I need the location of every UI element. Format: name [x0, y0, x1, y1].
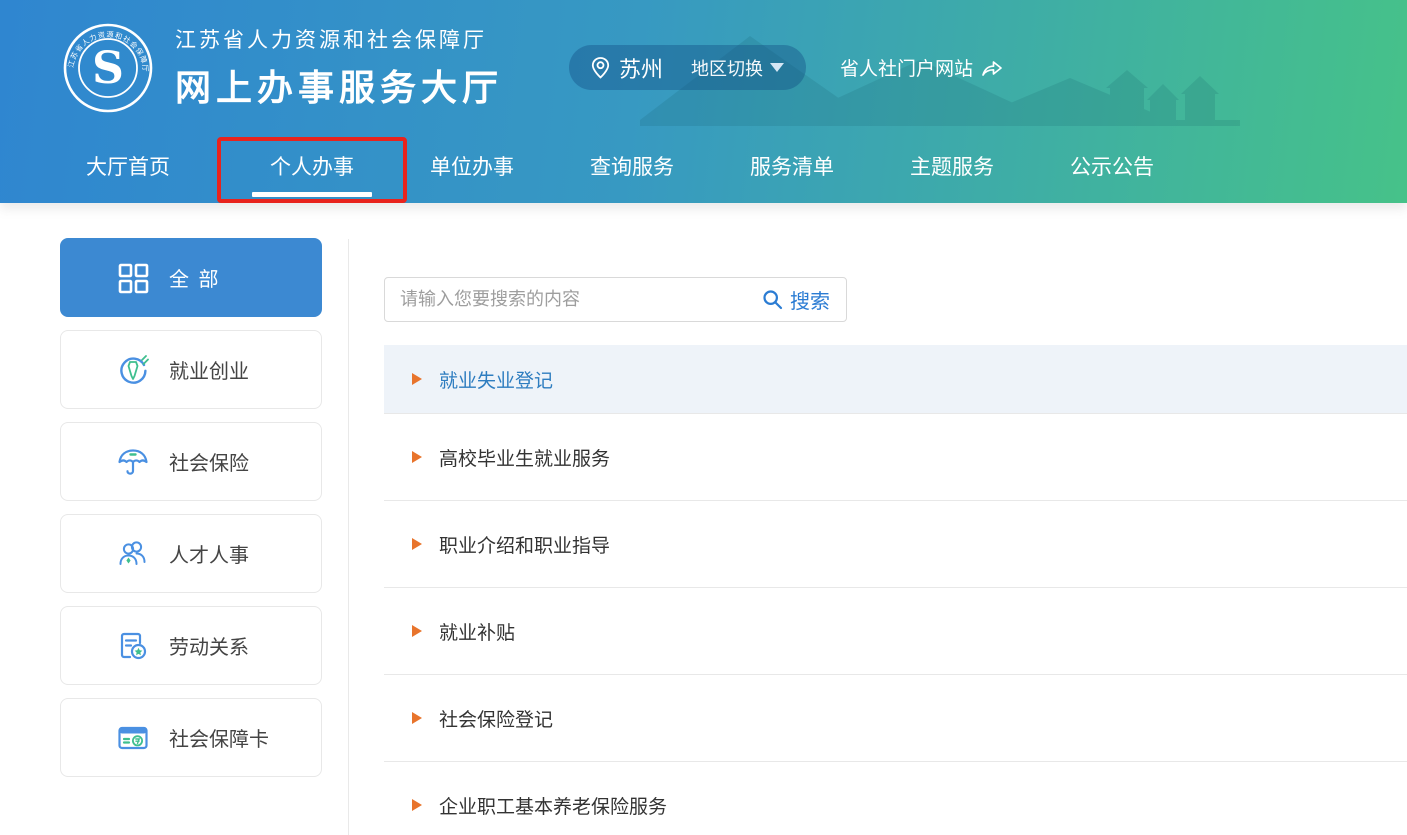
nav-item-home[interactable]: 大厅首页 [48, 135, 208, 201]
umbrella-icon [117, 446, 149, 478]
service-label: 企业职工基本养老保险服务 [439, 792, 667, 819]
sidebar-item-labor-relations[interactable]: 劳动关系 [60, 606, 322, 685]
page: 江苏省人力资源和社会保障厅 S 江苏省人力资源和社会保障厅 网上办事服务大厅 苏… [0, 0, 1407, 835]
triangle-marker-icon [412, 373, 422, 385]
sidebar-item-talent-personnel[interactable]: 人才人事 [60, 514, 322, 593]
service-label: 社会保险登记 [439, 705, 553, 732]
search-button[interactable]: 搜索 [754, 285, 846, 314]
nav-item-query-services[interactable]: 查询服务 [552, 135, 712, 201]
main-nav-list: 大厅首页 个人办事 单位办事 查询服务 服务清单 主题服务 公示公告 [0, 135, 1407, 201]
social-card-icon [117, 722, 149, 754]
search-icon [762, 289, 783, 310]
search-button-label: 搜索 [790, 285, 830, 314]
sidebar-item-label: 劳动关系 [169, 631, 249, 660]
triangle-marker-icon [412, 799, 422, 811]
logo-monogram: S [92, 43, 124, 94]
nav-item-service-list[interactable]: 服务清单 [712, 135, 872, 201]
external-arrow-icon [981, 58, 1003, 78]
triangle-marker-icon [412, 712, 422, 724]
nav-item-announcements[interactable]: 公示公告 [1032, 135, 1192, 201]
service-label: 高校毕业生就业服务 [439, 444, 610, 471]
service-row-job-introduction-guidance[interactable]: 职业介绍和职业指导 [384, 501, 1407, 588]
sidebar-item-employment[interactable]: 就业创业 [60, 330, 322, 409]
category-sidebar: 全 部 就业创业 社会保险 [60, 238, 322, 790]
service-label: 就业失业登记 [439, 366, 553, 393]
grid-icon [117, 262, 149, 294]
region-switch-label: 地区切换 [691, 55, 763, 81]
chevron-down-icon [770, 63, 784, 72]
service-label: 就业补贴 [439, 618, 515, 645]
search-input[interactable] [385, 278, 754, 321]
location-pin-icon [591, 57, 610, 79]
document-star-icon [117, 630, 149, 662]
nav-item-theme-services[interactable]: 主题服务 [872, 135, 1032, 201]
site-title: 网上办事服务大厅 [175, 59, 503, 111]
sidebar-item-label: 全 部 [169, 263, 221, 292]
region-switch[interactable]: 地区切换 [691, 55, 784, 81]
main-panel: 搜索 就业失业登记 高校毕业生就业服务 职业介绍和职业指导 [384, 277, 1407, 835]
triangle-marker-icon [412, 625, 422, 637]
search-box: 搜索 [384, 277, 847, 322]
sidebar-item-label: 社会保障卡 [169, 723, 269, 752]
site-header: 江苏省人力资源和社会保障厅 S 江苏省人力资源和社会保障厅 网上办事服务大厅 苏… [0, 0, 1407, 203]
portal-link-label: 省人社门户网站 [840, 54, 973, 81]
service-row-employment-unemployment-registration[interactable]: 就业失业登记 [384, 345, 1407, 414]
content-area: 全 部 就业创业 社会保险 [0, 203, 1407, 835]
sidebar-item-social-insurance[interactable]: 社会保险 [60, 422, 322, 501]
main-nav: 大厅首页 个人办事 单位办事 查询服务 服务清单 主题服务 公示公告 [0, 135, 1407, 203]
header-top: 江苏省人力资源和社会保障厅 S 江苏省人力资源和社会保障厅 网上办事服务大厅 苏… [0, 0, 1407, 135]
triangle-marker-icon [412, 451, 422, 463]
service-row-graduate-employment[interactable]: 高校毕业生就业服务 [384, 414, 1407, 501]
sidebar-item-label: 人才人事 [169, 539, 249, 568]
portal-link[interactable]: 省人社门户网站 [840, 54, 1003, 81]
service-row-social-insurance-registration[interactable]: 社会保险登记 [384, 675, 1407, 762]
tie-badge-icon [117, 354, 149, 386]
sidebar-item-label: 社会保险 [169, 447, 249, 476]
site-logo[interactable]: 江苏省人力资源和社会保障厅 S [63, 23, 153, 113]
sidebar-item-all[interactable]: 全 部 [60, 238, 322, 317]
sidebar-item-social-security-card[interactable]: 社会保障卡 [60, 698, 322, 777]
nav-item-personal-services[interactable]: 个人办事 [232, 135, 392, 201]
service-label: 职业介绍和职业指导 [439, 531, 610, 558]
brand-text: 江苏省人力资源和社会保障厅 网上办事服务大厅 [175, 24, 503, 111]
people-icon [117, 538, 149, 570]
nav-item-unit-services[interactable]: 单位办事 [392, 135, 552, 201]
triangle-marker-icon [412, 538, 422, 550]
org-name: 江苏省人力资源和社会保障厅 [175, 24, 503, 54]
service-row-employment-subsidy[interactable]: 就业补贴 [384, 588, 1407, 675]
current-city: 苏州 [619, 52, 663, 84]
location-pill: 苏州 地区切换 [569, 45, 806, 90]
service-row-enterprise-pension-services[interactable]: 企业职工基本养老保险服务 [384, 762, 1407, 835]
sidebar-item-label: 就业创业 [169, 355, 249, 384]
service-list: 就业失业登记 高校毕业生就业服务 职业介绍和职业指导 就业补贴 社会保险登记 [384, 345, 1407, 835]
vertical-divider [348, 239, 349, 835]
